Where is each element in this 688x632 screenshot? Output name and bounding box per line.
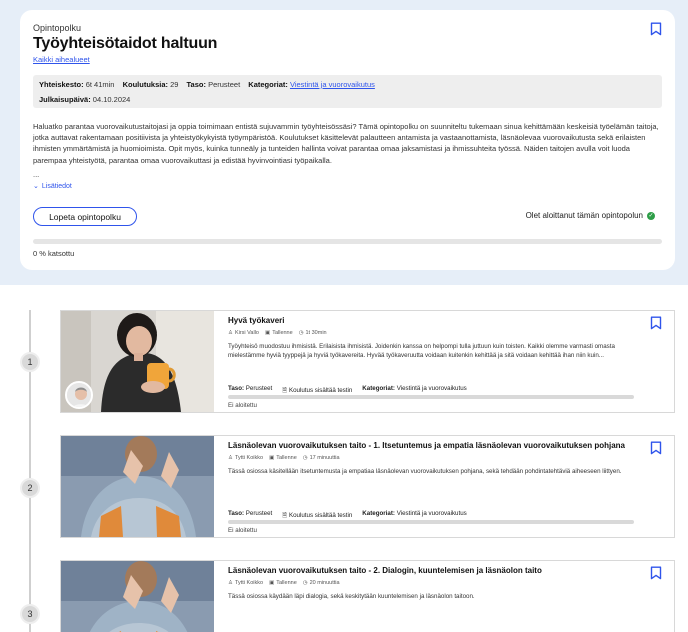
courses-value: 29 xyxy=(170,80,179,89)
path-progress-text: 0 % katsottu xyxy=(33,249,75,258)
course-thumbnail xyxy=(61,311,214,412)
duration-text: 1t 30min xyxy=(305,330,327,336)
video-icon: ▣ xyxy=(264,330,271,336)
course-author: ♙ Kirsi Vallo xyxy=(228,330,259,336)
level-label: Taso: xyxy=(186,80,206,89)
stop-path-button[interactable]: Lopeta opintopolku xyxy=(33,207,137,226)
course-level-label: Taso: xyxy=(228,385,245,392)
more-info-label: Lisätiedot xyxy=(41,183,72,190)
step-number: 1 xyxy=(20,352,40,372)
course-progress-bar xyxy=(228,395,634,399)
bookmark-icon[interactable] xyxy=(650,316,662,330)
course-status: Ei aloitettu xyxy=(228,402,257,409)
duration-value: 6t 41min xyxy=(85,80,115,89)
test-text: Koulutus sisältää testin xyxy=(288,387,353,394)
course-card[interactable]: Läsnäolevan vuorovaikutuksen taito - 2. … xyxy=(60,560,675,632)
video-icon: ▣ xyxy=(269,455,275,461)
duration-text: 17 minuuttia xyxy=(309,455,340,461)
course-info: Läsnäolevan vuorovaikutuksen taito - 1. … xyxy=(228,436,640,537)
learning-path-card: Opintopolku Työyhteisötaidot haltuun Kai… xyxy=(20,10,675,270)
format-name: Tallenne xyxy=(272,330,293,336)
course-thumbnail xyxy=(61,561,214,632)
clock-icon: ◷ xyxy=(302,580,308,586)
course-thumbnail xyxy=(61,436,214,537)
course-progress-bar xyxy=(228,520,634,524)
started-text: Olet aloittanut tämän opintopolun xyxy=(525,211,643,220)
course-description: Tässä osiossa käydään läpi dialogia, sek… xyxy=(228,593,475,600)
path-meta-box: Yhteiskesto: 6t 41min Koulutuksia: 29 Ta… xyxy=(33,75,662,108)
step-number: 2 xyxy=(20,478,40,498)
course-author: ♙ Tytti Koikko xyxy=(228,580,263,586)
document-icon: 🗎 xyxy=(282,387,288,394)
course-title[interactable]: Läsnäolevan vuorovaikutuksen taito - 1. … xyxy=(228,441,625,450)
course-categories-value: Viestintä ja vuorovaikutus xyxy=(396,510,467,517)
path-description: Haluatko parantaa vuorovaikutustaitojasi… xyxy=(33,122,659,165)
chevron-down-icon: ⌄ xyxy=(33,183,39,190)
person-icon: ♙ xyxy=(228,330,233,336)
course-description: Tässä osiossa käsitellään itsetuntemusta… xyxy=(228,468,622,475)
course-duration: ◷ 1t 30min xyxy=(299,330,327,336)
page-title: Työyhteisötaidot haltuun xyxy=(33,35,218,52)
published-value: 04.10.2024 xyxy=(92,95,131,104)
course-card[interactable]: Hyvä työkaveri ♙ Kirsi Vallo ▣ Tallenne ◷ 1… xyxy=(60,310,675,413)
published-label: Julkaisupäivä: xyxy=(39,95,91,104)
author-name: Tytti Koikko xyxy=(234,580,264,586)
course-categories-label: Kategoriat: xyxy=(362,510,395,517)
format-name: Tallenne xyxy=(276,455,297,461)
bookmark-icon[interactable] xyxy=(650,441,662,455)
author-name: Tytti Koikko xyxy=(234,455,264,461)
course-categories-value: Viestintä ja vuorovaikutus xyxy=(396,385,467,392)
bookmark-icon[interactable] xyxy=(650,22,662,36)
course-info: Läsnäolevan vuorovaikutuksen taito - 2. … xyxy=(228,561,640,632)
check-circle-icon: ✓ xyxy=(647,211,655,220)
duration-label: Yhteiskesto: xyxy=(39,80,84,89)
categories-label: Kategoriat: xyxy=(248,80,288,89)
document-icon: 🗎 xyxy=(282,512,288,519)
path-type-label: Opintopolku xyxy=(33,23,82,33)
level-value: Perusteet xyxy=(208,80,241,89)
course-card[interactable]: Läsnäolevan vuorovaikutuksen taito - 1. … xyxy=(60,435,675,538)
course-meta: ♙ Tytti Koikko ▣ Tallenne ◷ 20 minuuttia xyxy=(228,580,340,586)
description-ellipsis: ... xyxy=(33,170,40,179)
step-number: 3 xyxy=(20,604,40,624)
video-icon: ▣ xyxy=(269,580,275,586)
course-description: Työyhteisö muodostuu ihmisistä. Erilaisi… xyxy=(228,343,615,359)
category-link[interactable]: Viestintä ja vuorovaikutus xyxy=(290,80,375,89)
path-progress-bar xyxy=(33,239,662,244)
test-text: Koulutus sisältää testin xyxy=(288,512,353,519)
course-title[interactable]: Hyvä työkaveri xyxy=(228,316,284,325)
all-topics-link[interactable]: Kaikki aihealueet xyxy=(33,55,90,64)
course-format: ▣ Tallenne xyxy=(265,330,293,336)
course-level-value: Perusteet xyxy=(245,510,273,517)
course-categories-label: Kategoriat: xyxy=(362,385,395,392)
course-title[interactable]: Läsnäolevan vuorovaikutuksen taito - 2. … xyxy=(228,566,542,575)
person-icon: ♙ xyxy=(228,455,233,461)
course-meta: ♙ Kirsi Vallo ▣ Tallenne ◷ 1t 30min xyxy=(228,330,327,336)
course-author: ♙ Tytti Koikko xyxy=(228,455,263,461)
course-duration: ◷ 20 minuuttia xyxy=(303,580,340,586)
clock-icon: ◷ xyxy=(298,330,304,336)
course-level-value: Perusteet xyxy=(245,385,273,392)
course-meta: ♙ Tytti Koikko ▣ Tallenne ◷ 17 minuuttia xyxy=(228,455,340,461)
avatar xyxy=(65,381,93,409)
course-info: Hyvä työkaveri ♙ Kirsi Vallo ▣ Tallenne ◷ 1… xyxy=(228,311,640,412)
course-level-label: Taso: xyxy=(228,510,245,517)
course-duration: ◷ 17 minuuttia xyxy=(303,455,340,461)
course-format: ▣ Tallenne xyxy=(269,455,297,461)
courses-label: Koulutuksia: xyxy=(122,80,168,89)
person-icon: ♙ xyxy=(228,580,233,586)
course-format: ▣ Tallenne xyxy=(269,580,297,586)
more-info-toggle[interactable]: ⌄ Lisätiedot xyxy=(33,183,72,190)
clock-icon: ◷ xyxy=(302,455,308,461)
duration-text: 20 minuuttia xyxy=(309,580,340,586)
course-status: Ei aloitettu xyxy=(228,527,257,534)
bookmark-icon[interactable] xyxy=(650,566,662,580)
format-name: Tallenne xyxy=(276,580,297,586)
author-name: Kirsi Vallo xyxy=(234,330,259,336)
started-status: Olet aloittanut tämän opintopolun ✓ xyxy=(526,211,655,220)
